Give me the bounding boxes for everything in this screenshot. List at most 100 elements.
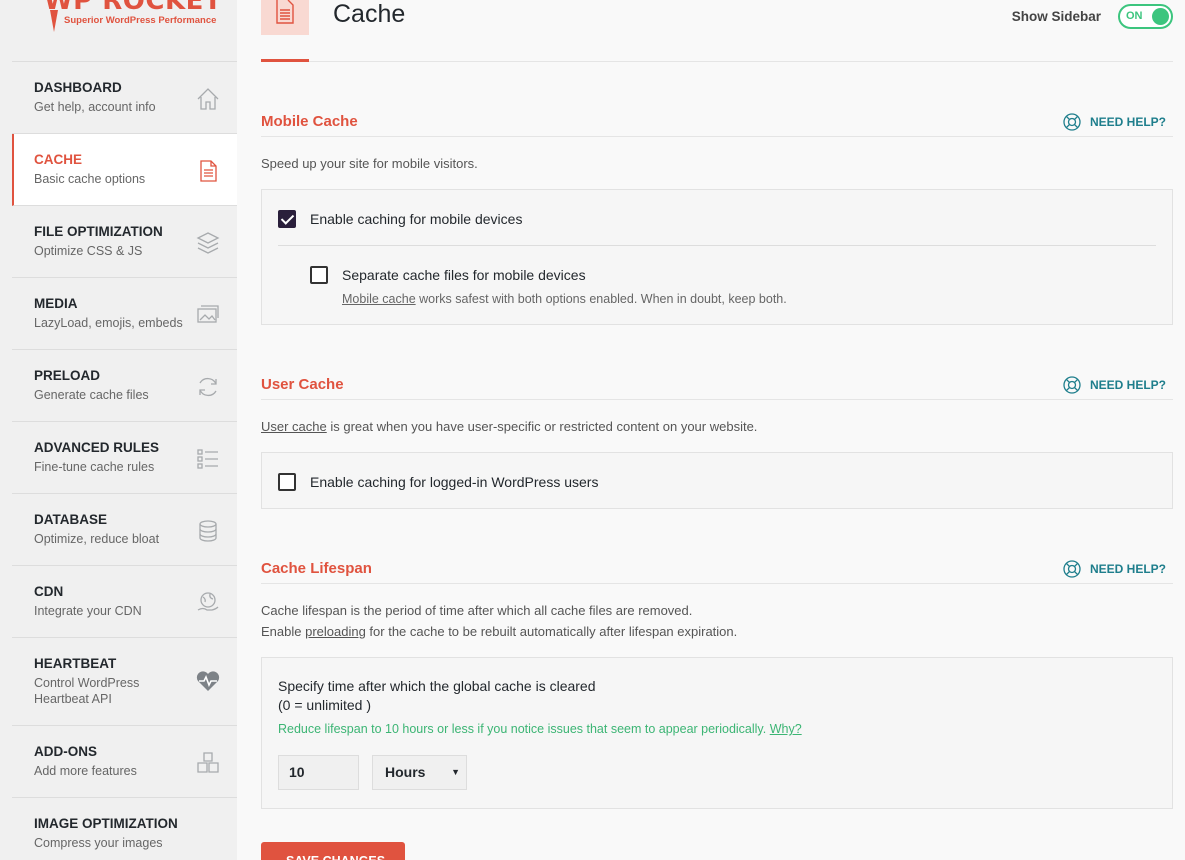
- subtitle-text: for the cache to be rebuilt automaticall…: [365, 624, 738, 639]
- images-icon: [197, 305, 219, 323]
- sidebar-item-desc: LazyLoad, emojis, embeds: [34, 316, 183, 330]
- sidebar-item-cache[interactable]: CACHE Basic cache options: [12, 134, 237, 206]
- sidebar-item-desc: Compress your images: [34, 836, 163, 850]
- sidebar-item-heartbeat[interactable]: HEARTBEAT Control WordPress Heartbeat AP…: [12, 638, 237, 726]
- sidebar-item-image-optimization[interactable]: IMAGE OPTIMIZATION Compress your images: [12, 798, 237, 860]
- subtitle-text: Enable: [261, 624, 306, 639]
- mobile-cache-checkbox-row[interactable]: Enable caching for mobile devices: [278, 210, 522, 228]
- subtitle-line-2: Enable preloading for the cache to be re…: [261, 621, 737, 642]
- sidebar-item-desc: Basic cache options: [34, 172, 146, 186]
- refresh-icon: [199, 377, 217, 397]
- sidebar-item-title: IMAGE OPTIMIZATION: [34, 816, 178, 831]
- checkbox-label: Enable caching for logged-in WordPress u…: [310, 474, 599, 490]
- lifebuoy-icon: [1063, 113, 1081, 131]
- need-help-link[interactable]: NEED HELP?: [1063, 113, 1166, 131]
- subtitle-line-1: Cache lifespan is the period of time aft…: [261, 603, 693, 618]
- label-line-2: (0 = unlimited ): [278, 697, 371, 713]
- sidebar-item-advanced-rules[interactable]: ADVANCED RULES Fine-tune cache rules: [12, 422, 237, 494]
- section-subtitle: Speed up your site for mobile visitors.: [261, 156, 478, 171]
- label-line-1: Specify time after which the global cach…: [278, 678, 596, 694]
- need-help-label: NEED HELP?: [1089, 378, 1166, 392]
- sidebar-item-desc: Control WordPress Heartbeat API: [34, 676, 140, 706]
- brand-name: WP ROCKET: [44, 0, 223, 16]
- sidebar-item-desc: Optimize, reduce bloat: [34, 532, 160, 546]
- logged-in-cache-checkbox[interactable]: [278, 473, 296, 491]
- mobile-cache-note: Mobile cache works safest with both opti…: [342, 292, 787, 306]
- sidebar-item-desc: Generate cache files: [34, 388, 149, 402]
- lifebuoy-icon: [1063, 560, 1081, 578]
- sidebar-item-desc: Optimize CSS & JS: [34, 244, 143, 258]
- layers-icon: [196, 232, 220, 254]
- mobile-cache-options: Enable caching for mobile devices Separa…: [261, 189, 1173, 325]
- checklist-icon: [197, 449, 218, 469]
- mobile-cache-checkbox[interactable]: [278, 210, 296, 228]
- document-icon: [200, 160, 217, 182]
- why-link[interactable]: Why?: [770, 722, 802, 736]
- user-cache-link[interactable]: User cache: [261, 419, 327, 434]
- sidebar-item-preload[interactable]: PRELOAD Generate cache files: [12, 350, 237, 422]
- sidebar-item-desc: Add more features: [34, 764, 137, 778]
- section-title: Cache Lifespan: [261, 560, 372, 577]
- subtitle-text: is great when you have user-specific or …: [326, 419, 758, 434]
- lifespan-value-input[interactable]: 10: [278, 755, 359, 790]
- section-subtitle: Cache lifespan is the period of time aft…: [261, 600, 737, 642]
- lifespan-hint: Reduce lifespan to 10 hours or less if y…: [278, 722, 802, 736]
- sidebar-item-desc: Fine-tune cache rules: [34, 460, 155, 474]
- page-icon-tile: [261, 0, 309, 35]
- sidebar-item-cdn[interactable]: CDN Integrate your CDN: [12, 566, 237, 638]
- mobile-cache-link[interactable]: Mobile cache: [342, 292, 416, 306]
- need-help-label: NEED HELP?: [1089, 562, 1166, 576]
- divider: [278, 245, 1156, 246]
- sidebar-item-desc: Integrate your CDN: [34, 604, 142, 618]
- need-help-link[interactable]: NEED HELP?: [1063, 560, 1166, 578]
- preloading-link[interactable]: preloading: [305, 624, 366, 639]
- hint-text: Reduce lifespan to 10 hours or less if y…: [278, 722, 770, 736]
- section-title: Mobile Cache: [261, 113, 358, 130]
- home-icon: [197, 88, 219, 110]
- active-tab-underline: [261, 59, 309, 62]
- user-cache-options: Enable caching for logged-in WordPress u…: [261, 452, 1173, 509]
- separate-cache-checkbox[interactable]: [310, 266, 328, 284]
- main-content: Cache Show Sidebar ON Mobile Cache NEED …: [261, 0, 1173, 860]
- show-sidebar-label: Show Sidebar: [1011, 9, 1101, 24]
- cache-lifespan-header: Cache Lifespan NEED HELP?: [261, 560, 1173, 584]
- toggle-knob: [1152, 8, 1169, 25]
- sidebar-item-add-ons[interactable]: ADD-ONS Add more features: [12, 726, 237, 798]
- globe-hand-icon: [197, 592, 219, 611]
- heartbeat-icon: [196, 671, 220, 691]
- sidebar-item-desc: Get help, account info: [34, 100, 156, 114]
- database-icon: [199, 520, 217, 542]
- page-title: Cache: [333, 0, 406, 28]
- lifebuoy-icon: [1063, 376, 1081, 394]
- need-help-label: NEED HELP?: [1089, 115, 1166, 129]
- mobile-cache-header: Mobile Cache NEED HELP?: [261, 113, 1173, 137]
- checkbox-label: Enable caching for mobile devices: [310, 211, 523, 227]
- wp-rocket-logo[interactable]: WP ROCKET Superior WordPress Performance: [0, 0, 237, 62]
- note-text: works safest with both options enabled. …: [415, 292, 787, 306]
- toggle-state: ON: [1126, 10, 1143, 22]
- checkbox-label: Separate cache files for mobile devices: [342, 267, 586, 283]
- rocket-flame-icon: [50, 10, 58, 32]
- need-help-link[interactable]: NEED HELP?: [1063, 376, 1166, 394]
- save-changes-button[interactable]: SAVE CHANGES: [261, 842, 405, 860]
- sidebar-item-file-optimization[interactable]: FILE OPTIMIZATION Optimize CSS & JS: [12, 206, 237, 278]
- lifespan-unit-select[interactable]: Hours ▼: [372, 755, 467, 790]
- sidebar-nav: DASHBOARD Get help, account info CACHE B…: [12, 61, 237, 860]
- select-value: Hours: [385, 764, 426, 780]
- cubes-icon: [197, 752, 219, 773]
- page-header: Cache Show Sidebar ON: [261, 0, 1173, 62]
- sidebar-item-media[interactable]: MEDIA LazyLoad, emojis, embeds: [12, 278, 237, 350]
- section-title: User Cache: [261, 376, 344, 393]
- caret-down-icon: ▼: [451, 767, 460, 777]
- logged-in-cache-checkbox-row[interactable]: Enable caching for logged-in WordPress u…: [278, 473, 598, 491]
- user-cache-header: User Cache NEED HELP?: [261, 376, 1173, 400]
- lifespan-field-label: Specify time after which the global cach…: [278, 677, 596, 715]
- sidebar-item-database[interactable]: DATABASE Optimize, reduce bloat: [12, 494, 237, 566]
- sidebar: WP ROCKET Superior WordPress Performance…: [0, 0, 237, 860]
- cache-lifespan-options: Specify time after which the global cach…: [261, 657, 1173, 809]
- sidebar-item-dashboard[interactable]: DASHBOARD Get help, account info: [12, 62, 237, 134]
- separate-cache-checkbox-row[interactable]: Separate cache files for mobile devices: [310, 266, 586, 284]
- show-sidebar-toggle[interactable]: ON: [1118, 4, 1173, 29]
- brand-tagline: Superior WordPress Performance: [64, 15, 217, 26]
- document-icon: [276, 0, 294, 24]
